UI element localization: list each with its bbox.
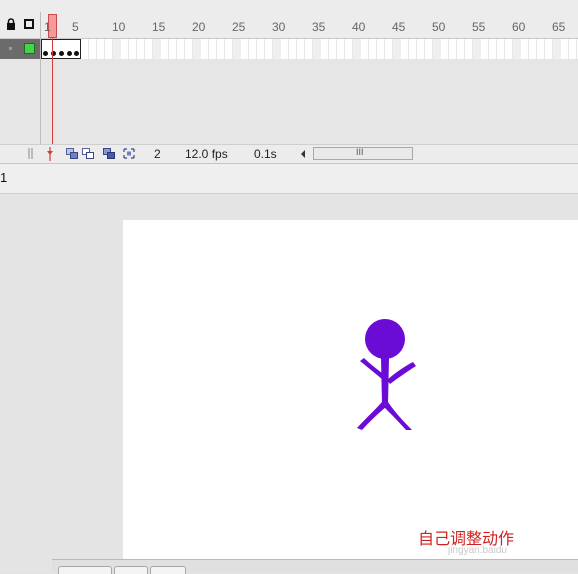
frame-marker bbox=[313, 39, 321, 59]
ruler-tick-label: 30 bbox=[272, 20, 286, 34]
edit-bar bbox=[0, 164, 578, 194]
figure-left-leg bbox=[357, 402, 387, 430]
onion-skin-outlines-icon[interactable] bbox=[82, 148, 94, 159]
panel-tab[interactable] bbox=[150, 566, 186, 574]
scrollbar-grip[interactable]: III bbox=[356, 147, 364, 157]
ruler-tick-label: 15 bbox=[152, 20, 166, 34]
ruler-tick-label: 10 bbox=[112, 20, 126, 34]
panel-tab[interactable] bbox=[58, 566, 112, 574]
ruler-tick-label: 5 bbox=[72, 20, 79, 34]
keyframe-dot[interactable] bbox=[74, 51, 79, 56]
figure-right-arm bbox=[387, 362, 416, 384]
keyframe-dot[interactable] bbox=[67, 51, 72, 56]
ruler-tick-label: 40 bbox=[352, 20, 366, 34]
frame-marker bbox=[393, 39, 401, 59]
frame-marker bbox=[433, 39, 441, 59]
ruler-tick-label: 45 bbox=[392, 20, 406, 34]
stick-figure-drawing[interactable] bbox=[350, 318, 420, 432]
elapsed-time-readout: 0.1s bbox=[254, 147, 277, 161]
keyframe-group[interactable] bbox=[41, 39, 81, 59]
lock-icon[interactable] bbox=[6, 18, 16, 30]
frame-marker bbox=[233, 39, 241, 59]
ruler-tick-label: 1 bbox=[44, 20, 51, 34]
ruler-tick-label: 50 bbox=[432, 20, 446, 34]
layer-color-swatch[interactable] bbox=[24, 43, 35, 54]
current-frame-readout: 2 bbox=[154, 147, 161, 161]
frame-marker bbox=[113, 39, 121, 59]
layer-row[interactable] bbox=[0, 39, 578, 59]
ruler-tick-label: 65 bbox=[552, 20, 566, 34]
figure-head bbox=[365, 319, 405, 359]
frame-strip[interactable] bbox=[41, 39, 578, 59]
layer-empty-area bbox=[0, 59, 578, 144]
modify-onion-markers-icon[interactable] bbox=[123, 148, 135, 159]
frame-marker bbox=[513, 39, 521, 59]
frame-rate-readout[interactable]: 12.0 fps bbox=[185, 147, 228, 161]
scroll-left-arrow-icon[interactable] bbox=[300, 150, 306, 158]
ruler-tick-label: 55 bbox=[472, 20, 486, 34]
frame-marker bbox=[153, 39, 161, 59]
scene-label[interactable]: 1 bbox=[0, 170, 7, 185]
edit-multiple-frames-icon[interactable] bbox=[103, 148, 115, 159]
keyframe-dot[interactable] bbox=[43, 51, 48, 56]
frame-marker bbox=[353, 39, 361, 59]
frame-marker bbox=[473, 39, 481, 59]
watermark-text: jingyan.baidu bbox=[448, 545, 507, 556]
frame-marker bbox=[193, 39, 201, 59]
show-outline-icon[interactable] bbox=[24, 19, 34, 29]
grip-icon[interactable] bbox=[28, 148, 34, 159]
layer-visibility-dot[interactable] bbox=[9, 47, 12, 50]
ruler-tick-label: 60 bbox=[512, 20, 526, 34]
keyframe-dot[interactable] bbox=[59, 51, 64, 56]
frame-marker bbox=[553, 39, 561, 59]
ruler-tick-label: 35 bbox=[312, 20, 326, 34]
timeline-header bbox=[0, 0, 578, 39]
frame-marker bbox=[273, 39, 281, 59]
ruler-tick-label: 25 bbox=[232, 20, 246, 34]
header-divider bbox=[40, 12, 41, 38]
onion-skin-icon[interactable] bbox=[66, 148, 78, 159]
figure-right-leg bbox=[383, 402, 412, 430]
ruler-tick-label: 20 bbox=[192, 20, 206, 34]
center-frame-icon[interactable] bbox=[46, 147, 54, 161]
panel-tab[interactable] bbox=[114, 566, 148, 574]
